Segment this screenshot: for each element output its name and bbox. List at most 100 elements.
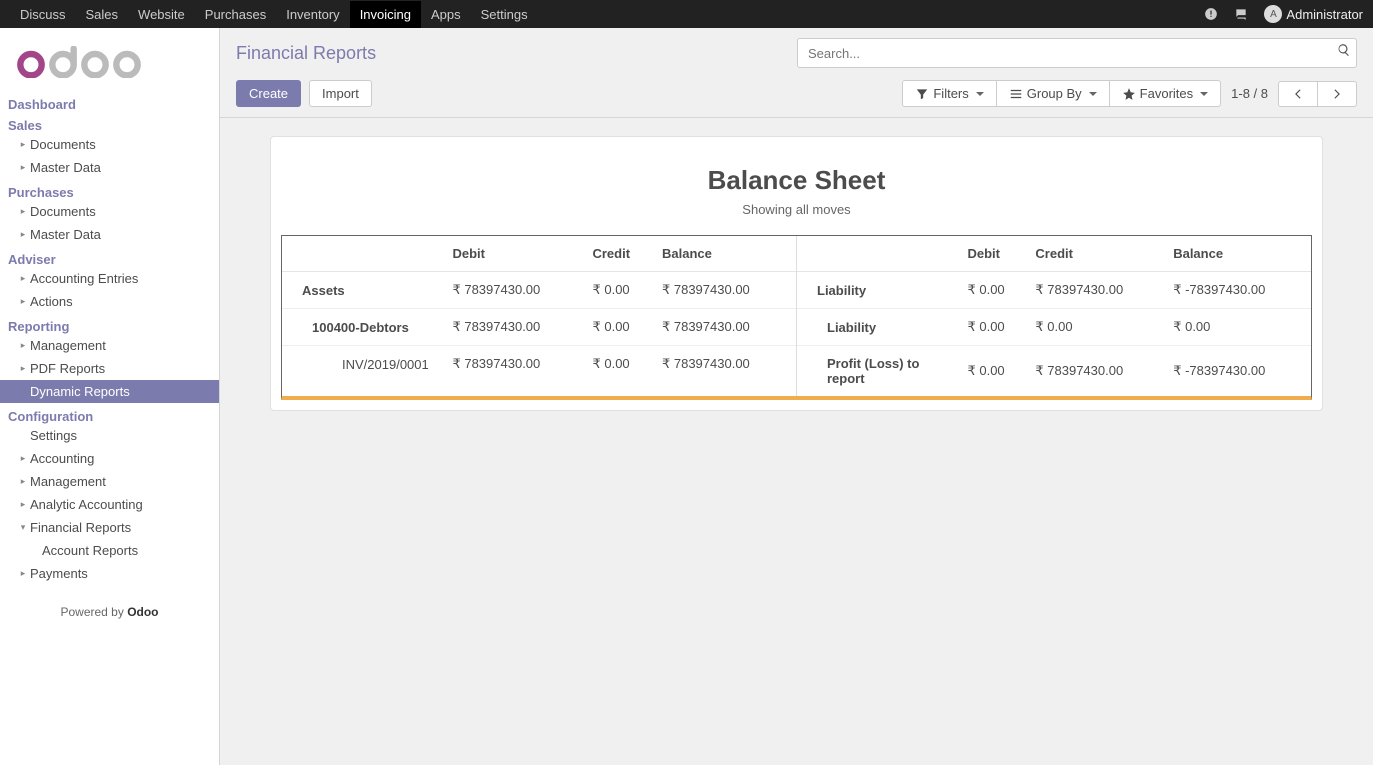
nav-item-label: Accounting Entries [30,271,138,286]
nav-header-dashboard[interactable]: Dashboard [0,91,219,112]
chevron-right-icon: ▾ [18,522,28,533]
nav-item-documents[interactable]: ▸Documents [0,133,219,156]
nav-item-accounting[interactable]: ▸Accounting [0,447,219,470]
search-input[interactable] [797,38,1357,68]
left-table: Debit Credit Balance Assets₹ 78397430.00… [282,236,796,382]
nav-header-sales[interactable]: Sales [0,112,219,133]
nav-item-pdf-reports[interactable]: ▸PDF Reports [0,357,219,380]
sidebar: DashboardSales▸Documents▸Master DataPurc… [0,28,220,765]
nav-item-documents[interactable]: ▸Documents [0,200,219,223]
topmenu-item-website[interactable]: Website [128,1,195,28]
cell-balance: ₹ -78397430.00 [1167,346,1311,397]
chevron-right-icon: ▸ [18,476,28,487]
top-menubar: DiscussSalesWebsitePurchasesInventoryInv… [0,0,1373,28]
nav-item-label: Settings [30,428,77,443]
cell-debit: ₹ 0.00 [961,309,1029,346]
cell-credit: ₹ 0.00 [586,346,656,383]
nav-item-master-data[interactable]: ▸Master Data [0,156,219,179]
cell-debit: ₹ 0.00 [961,272,1029,309]
nav-item-master-data[interactable]: ▸Master Data [0,223,219,246]
row-label: Liability [797,309,961,346]
topmenu-item-sales[interactable]: Sales [76,1,129,28]
chevron-right-icon: ▸ [18,499,28,510]
report-title: Balance Sheet [281,165,1312,196]
row-label: Profit (Loss) to report [797,346,961,397]
list-icon [1009,87,1023,101]
table-row[interactable]: Liability₹ 0.00₹ 0.00₹ 0.00 [797,309,1311,346]
table-row[interactable]: Liability₹ 0.00₹ 78397430.00₹ -78397430.… [797,272,1311,309]
pager-label: 1-8 / 8 [1231,86,1268,101]
topmenu-item-settings[interactable]: Settings [471,1,538,28]
nav-item-label: Master Data [30,160,101,175]
chevron-right-icon: ▸ [18,162,28,173]
pager-prev-button[interactable] [1278,81,1318,107]
nav-header-adviser[interactable]: Adviser [0,246,219,267]
nav-item-accounting-entries[interactable]: ▸Accounting Entries [0,267,219,290]
row-label: INV/2019/0001 [282,346,446,383]
star-icon [1122,87,1136,101]
nav-item-actions[interactable]: ▸Actions [0,290,219,313]
nav-item-dynamic-reports[interactable]: Dynamic Reports [0,380,219,403]
nav-item-account-reports[interactable]: Account Reports [0,539,219,562]
nav-item-label: Documents [30,204,96,219]
chevron-right-icon: ▸ [18,139,28,150]
topmenu-item-discuss[interactable]: Discuss [10,1,76,28]
chevron-right-icon: ▸ [18,206,28,217]
topmenu-item-purchases[interactable]: Purchases [195,1,276,28]
chevron-right-icon: ▸ [18,568,28,579]
table-row[interactable]: 100400-Debtors₹ 78397430.00₹ 0.00₹ 78397… [282,309,796,346]
search-icon[interactable] [1337,43,1351,60]
nav-item-financial-reports[interactable]: ▾Financial Reports [0,516,219,539]
filters-button[interactable]: Filters [902,80,996,107]
table-row[interactable]: INV/2019/0001₹ 78397430.00₹ 0.00₹ 783974… [282,346,796,383]
chevron-right-icon: ▸ [18,273,28,284]
nav-item-label: Management [30,338,106,353]
col-credit: Credit [586,236,656,272]
create-button[interactable]: Create [236,80,301,107]
nav-item-label: Financial Reports [30,520,131,535]
breadcrumb: Financial Reports [236,43,376,64]
topmenu-item-inventory[interactable]: Inventory [276,1,349,28]
table-row[interactable]: Assets₹ 78397430.00₹ 0.00₹ 78397430.00 [282,272,796,309]
brand-logo [0,28,219,91]
nav-item-label: Accounting [30,451,94,466]
avatar: A [1264,5,1282,23]
user-menu[interactable]: A Administrator [1264,5,1363,23]
chevron-right-icon: ▸ [18,229,28,240]
pager-next-button[interactable] [1317,81,1357,107]
nav-item-analytic-accounting[interactable]: ▸Analytic Accounting [0,493,219,516]
nav-item-label: Master Data [30,227,101,242]
chevron-right-icon: ▸ [18,296,28,307]
nav-header-configuration[interactable]: Configuration [0,403,219,424]
chevron-right-icon: ▸ [18,453,28,464]
nav-item-payments[interactable]: ▸Payments [0,562,219,585]
right-table: Debit Credit Balance Liability₹ 0.00₹ 78… [797,236,1311,396]
funnel-icon [915,87,929,101]
nav-item-management[interactable]: ▸Management [0,470,219,493]
nav-item-label: Account Reports [42,543,138,558]
cell-balance: ₹ 0.00 [1167,309,1311,346]
report-subtitle: Showing all moves [281,202,1312,217]
nav-item-settings[interactable]: Settings [0,424,219,447]
row-label: Liability [797,272,961,309]
nav-item-management[interactable]: ▸Management [0,334,219,357]
topmenu-item-invoicing[interactable]: Invoicing [350,1,421,28]
cell-debit: ₹ 0.00 [961,346,1029,397]
import-button[interactable]: Import [309,80,372,107]
col-balance: Balance [1167,236,1311,272]
cell-credit: ₹ 78397430.00 [1029,346,1167,397]
topmenu-item-apps[interactable]: Apps [421,1,471,28]
favorites-button[interactable]: Favorites [1109,80,1221,107]
table-row[interactable]: Profit (Loss) to report₹ 0.00₹ 78397430.… [797,346,1311,397]
top-menu: DiscussSalesWebsitePurchasesInventoryInv… [10,1,538,28]
groupby-button[interactable]: Group By [996,80,1110,107]
nav-header-purchases[interactable]: Purchases [0,179,219,200]
nav-header-reporting[interactable]: Reporting [0,313,219,334]
chat-icon[interactable] [1234,6,1250,22]
col-debit: Debit [961,236,1029,272]
cell-credit: ₹ 0.00 [586,309,656,346]
chevron-right-icon: ▸ [18,340,28,351]
cell-debit: ₹ 78397430.00 [446,309,586,346]
cell-debit: ₹ 78397430.00 [446,346,586,383]
activity-icon[interactable] [1204,6,1220,22]
